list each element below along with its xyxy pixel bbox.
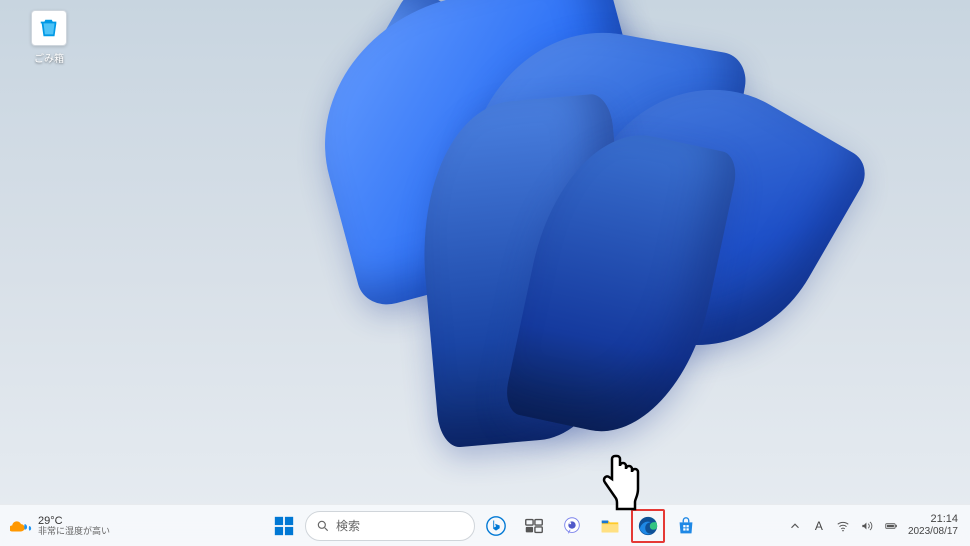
ime-indicator[interactable]: A — [812, 519, 826, 533]
weather-description: 非常に湿度が高い — [38, 527, 110, 537]
chat-button[interactable] — [555, 509, 589, 543]
clock-date: 2023/08/17 — [908, 526, 958, 538]
search-placeholder: 検索 — [336, 517, 360, 534]
wifi-icon[interactable] — [836, 519, 850, 533]
recycle-bin-icon — [31, 10, 67, 46]
desktop[interactable]: ごみ箱 29°C 非常に湿度が高い 検索 — [0, 0, 970, 546]
weather-widget[interactable]: 29°C 非常に湿度が高い — [10, 515, 110, 537]
task-view-icon — [523, 515, 545, 537]
start-button[interactable] — [267, 509, 301, 543]
weather-temperature: 29°C — [38, 515, 110, 527]
recycle-bin[interactable]: ごみ箱 — [20, 10, 78, 65]
chat-icon — [561, 515, 583, 537]
clock-time: 21:14 — [908, 513, 958, 526]
edge-button[interactable] — [631, 509, 665, 543]
bing-chat-icon — [485, 515, 507, 537]
clock[interactable]: 21:14 2023/08/17 — [908, 513, 958, 538]
taskbar: 29°C 非常に湿度が高い 検索 — [0, 504, 970, 546]
file-explorer-button[interactable] — [593, 509, 627, 543]
search-icon — [316, 519, 330, 533]
store-button[interactable] — [669, 509, 703, 543]
wallpaper-bloom — [180, 0, 880, 510]
chevron-up-icon[interactable] — [788, 519, 802, 533]
weather-icon — [10, 515, 32, 537]
search-box[interactable]: 検索 — [305, 511, 475, 541]
recycle-bin-label: ごみ箱 — [20, 50, 78, 65]
bing-chat-button[interactable] — [479, 509, 513, 543]
system-tray: A 21:14 2023/08/17 — [788, 505, 970, 546]
pointing-hand-cursor-icon — [595, 452, 645, 512]
windows-icon — [273, 515, 295, 537]
store-icon — [675, 515, 697, 537]
edge-icon — [637, 515, 659, 537]
task-view-button[interactable] — [517, 509, 551, 543]
volume-icon[interactable] — [860, 519, 874, 533]
battery-icon[interactable] — [884, 519, 898, 533]
file-explorer-icon — [599, 515, 621, 537]
